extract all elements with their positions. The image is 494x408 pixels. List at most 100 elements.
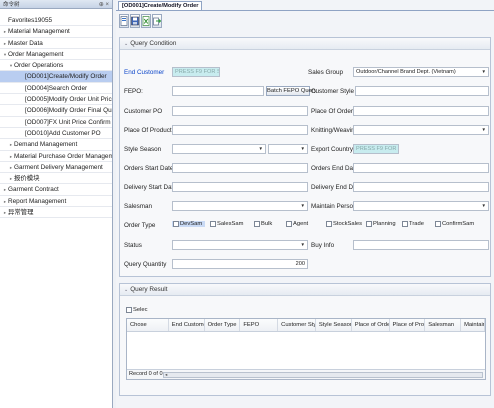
tree-item-label: Order Management: [8, 50, 64, 58]
query-result-header[interactable]: ⌄ Query Result: [120, 284, 490, 296]
tree-item[interactable]: [OD010]Add Customer PO: [0, 128, 112, 140]
salesman-select[interactable]: ▼: [172, 201, 308, 211]
tree-item[interactable]: ▸ Report Management: [0, 196, 112, 208]
grid-column-header[interactable]: End Customer: [169, 319, 205, 331]
orders-end-date-label: Orders End Date: [311, 165, 359, 172]
tree-item[interactable]: [OD001]Create/Modify Order: [0, 71, 112, 83]
end-customer-label: End Customer: [124, 69, 165, 76]
grid-column-header[interactable]: FEPO: [240, 319, 279, 331]
tree-item[interactable]: ▾ Order Management: [0, 49, 112, 61]
tree-item[interactable]: Favorites19055: [0, 15, 112, 27]
orders-end-date-input[interactable]: [353, 163, 489, 173]
tree-item-label: 报价模块: [14, 175, 40, 183]
query-result-group: ⌄Query Result Selec ChoseEnd CustomerOrd…: [119, 283, 491, 396]
order-type-checkbox[interactable]: ConfirmSam: [435, 221, 474, 227]
delivery-start-date-input[interactable]: [172, 182, 308, 192]
checkbox-box[interactable]: [254, 221, 260, 227]
order-type-checkbox[interactable]: Bulk: [254, 221, 272, 227]
chevron-down-icon: ▼: [300, 242, 305, 247]
grid-column-header[interactable]: Place of Order: [352, 319, 390, 331]
grid-column-header[interactable]: Maintain ...: [461, 319, 485, 331]
tree-item[interactable]: ▸ Material Purchase Order Management: [0, 151, 112, 162]
collapse-icon[interactable]: ⌄: [124, 287, 128, 293]
horizontal-scrollbar[interactable]: ◂: [163, 372, 483, 378]
tree-item[interactable]: ▸ Garment Delivery Management: [0, 162, 112, 174]
excel-button[interactable]: [141, 14, 151, 28]
tree-item[interactable]: [OD004]Search Order: [0, 83, 112, 95]
grid-column-header[interactable]: Place of Prod...: [390, 319, 426, 331]
tree-item[interactable]: ▸ 异常管理: [0, 207, 112, 219]
customer-po-input[interactable]: [172, 106, 308, 116]
grid-column-header[interactable]: Customer Sty...: [278, 319, 316, 331]
collapse-icon[interactable]: ⌄: [124, 41, 128, 47]
order-type-checkbox[interactable]: DevSam: [172, 221, 206, 227]
query-condition-header[interactable]: ⌄ Query Condition: [120, 38, 490, 50]
chevron-down-icon: ▼: [481, 127, 486, 132]
export-country-input[interactable]: PRESS F9 FOR SE: [353, 144, 399, 154]
command-tree-title: 命令树: [3, 2, 20, 8]
query-result-grid: ChoseEnd CustomerOrder TypeFEPOCustomer …: [126, 318, 486, 380]
checkbox-box[interactable]: [173, 221, 179, 227]
knitting-weaving-select[interactable]: ▼: [353, 125, 489, 135]
checkbox-box[interactable]: [366, 221, 372, 227]
sales-group-value: Outdoor/Channel Brand Dept. (Vietnam): [356, 69, 456, 75]
tab-create-modify-order[interactable]: [OD001]Create/Modify Order: [118, 1, 203, 10]
status-select[interactable]: ▼: [172, 240, 308, 250]
tree-item[interactable]: [OD007]FX Unit Price Confirm: [0, 117, 112, 128]
order-type-checkbox[interactable]: Planning: [366, 221, 396, 227]
tree-item[interactable]: [OD006]Modify Order Final Quantity: [0, 105, 112, 117]
maintain-person-select[interactable]: ▼: [353, 201, 489, 211]
tree-item[interactable]: ▸ Garment Contract: [0, 184, 112, 196]
orders-start-date-input[interactable]: [172, 163, 308, 173]
grid-footer: Record 0 of 0 ◂: [127, 369, 485, 379]
checkbox-box[interactable]: [435, 221, 441, 227]
order-type-checkbox[interactable]: Agent: [286, 221, 308, 227]
tree-item[interactable]: ▾ Order Operations: [0, 60, 112, 72]
checkbox-box[interactable]: [402, 221, 408, 227]
delivery-end-date-input[interactable]: [353, 182, 489, 192]
new-button[interactable]: [119, 14, 129, 28]
tree-item-label: Report Management: [8, 197, 67, 205]
order-type-checkbox[interactable]: Trade: [402, 221, 424, 227]
fepo-input[interactable]: [172, 86, 264, 96]
save-icon: [131, 16, 139, 26]
excel-icon: [142, 16, 150, 26]
grid-column-header[interactable]: Salesman: [425, 319, 462, 331]
end-customer-input[interactable]: PRESS F9 FOR SE: [172, 67, 220, 77]
export-button[interactable]: [152, 14, 162, 28]
grid-column-header[interactable]: Style Season: [316, 319, 352, 331]
batch-fepo-query-button[interactable]: Batch FEPO Query: [266, 86, 317, 96]
panel-pin-icon[interactable]: ⊕ ×: [99, 1, 109, 8]
tree-item-label: Order Operations: [14, 62, 64, 70]
save-button[interactable]: [130, 14, 140, 28]
record-count: Record 0 of 0: [129, 371, 163, 377]
tree-item-label: Garment Delivery Management: [14, 163, 103, 171]
order-type-checkbox[interactable]: StockSales: [326, 221, 362, 227]
grid-column-header[interactable]: Order Type: [205, 319, 241, 331]
checkbox-box[interactable]: [210, 221, 216, 227]
tree-item-label: Material Purchase Order Management: [14, 152, 112, 160]
order-type-checkbox[interactable]: SalesSam: [210, 221, 243, 227]
checkbox-box[interactable]: [126, 307, 132, 313]
tree-item[interactable]: ▸ Material Management: [0, 26, 112, 38]
checkbox-box[interactable]: [286, 221, 292, 227]
chevron-down-icon: ▼: [300, 146, 305, 151]
tree-item[interactable]: ▸ Master Data: [0, 38, 112, 49]
tree-item[interactable]: ▸ Demand Management: [0, 139, 112, 151]
buy-info-input[interactable]: [353, 240, 489, 250]
scroll-left-icon[interactable]: ◂: [165, 372, 167, 378]
style-season-select-1[interactable]: ▼: [172, 144, 266, 154]
tree-item[interactable]: ▸ 报价模块: [0, 173, 112, 185]
style-season-select-2[interactable]: ▼: [268, 144, 308, 154]
sales-group-select[interactable]: Outdoor/Channel Brand Dept. (Vietnam) ▼: [353, 67, 489, 77]
place-of-orders-input[interactable]: [353, 106, 489, 116]
customer-style-no-input[interactable]: [355, 86, 489, 96]
delivery-start-date-label: Delivery Start Date: [124, 184, 177, 191]
grid-column-header[interactable]: Chose: [127, 319, 169, 331]
place-of-production-input[interactable]: [172, 125, 308, 135]
order-type-label: Order Type: [124, 222, 156, 229]
tree-item[interactable]: [OD005]Modify Order Unit Price: [0, 94, 112, 106]
query-quantity-input[interactable]: 200: [172, 259, 308, 269]
checkbox-box[interactable]: [326, 221, 332, 227]
select-all-checkbox[interactable]: Selec: [126, 307, 148, 313]
